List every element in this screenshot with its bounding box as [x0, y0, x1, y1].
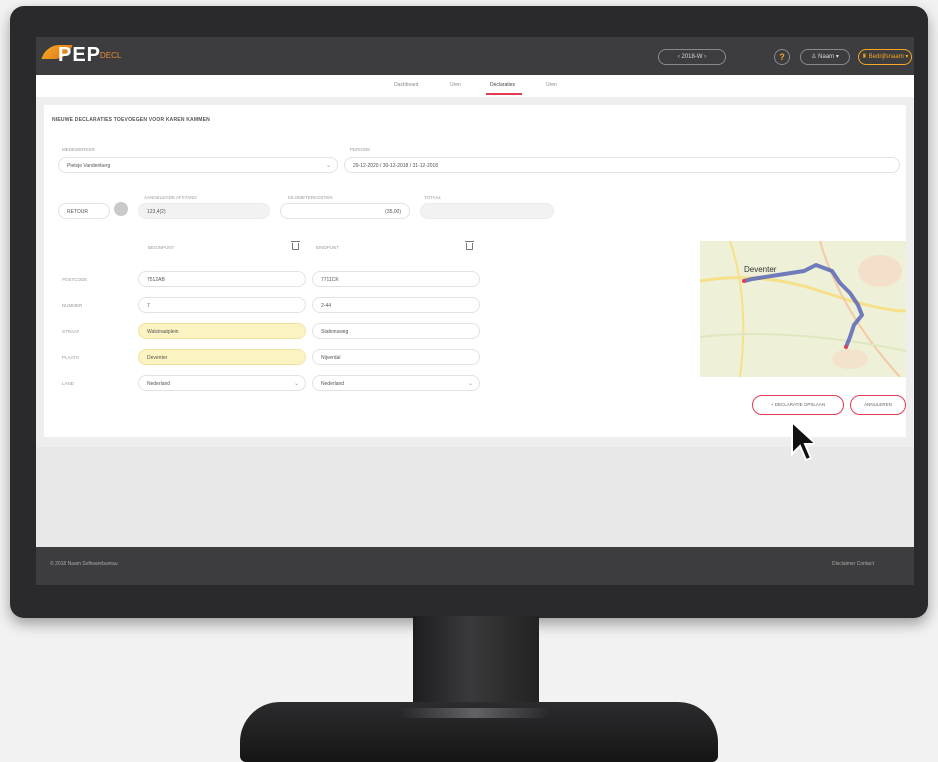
logo[interactable]: PEP: [58, 44, 101, 67]
trash-icon[interactable]: [465, 241, 474, 250]
afstand-field: 123,4(2): [138, 203, 270, 219]
land-label: LAND: [62, 381, 75, 386]
totaal-label: TOTAAL: [424, 195, 442, 200]
beginpunt-nummer[interactable]: 7: [138, 297, 306, 313]
map-city-label: Deventer: [744, 265, 777, 274]
beginpunt-plaats[interactable]: Deventer: [138, 349, 306, 365]
save-declaration-button[interactable]: + DECLARATIE OPSLAAN: [752, 395, 844, 415]
medewerker-label: MEDEWERKER: [62, 147, 95, 152]
eindpunt-plaats[interactable]: Nijverdal: [312, 349, 480, 365]
eindpunt-land-value: Nederland: [321, 381, 345, 387]
medewerker-select[interactable]: Pietsje Vandenberg ⌄: [58, 157, 338, 173]
monitor-base-highlight: [400, 708, 550, 718]
tab-bar: Dashboard Uren Declaraties Uren: [36, 75, 914, 98]
kosten-field: (35,00): [280, 203, 410, 219]
eindpunt-label: EINDPUNT: [316, 245, 340, 250]
tab-declaraties[interactable]: Declaraties: [490, 82, 515, 88]
app-header: PEP DECL ‹ 2018-W › ? ♙ Naam ▾ ♜ Bedrijf…: [36, 37, 914, 75]
empty-content-area: [36, 447, 914, 547]
totaal-field: [420, 203, 554, 219]
retour-toggle-icon[interactable]: [114, 202, 128, 216]
chevron-down-icon: ⌄: [467, 381, 473, 387]
eindpunt-postcode[interactable]: 7711CK: [312, 271, 480, 287]
nummer-label: NUMMER: [62, 303, 83, 308]
active-tab-indicator: [486, 93, 522, 95]
straat-label: STRAAT: [62, 329, 80, 334]
main-content: NIEUWE DECLARATIES TOEVOEGEN VOOR KAREN …: [36, 97, 914, 447]
eindpunt-nummer[interactable]: 2-44: [312, 297, 480, 313]
tab-uren[interactable]: Uren: [450, 82, 461, 88]
periode-label: PERIODE: [350, 147, 371, 152]
app-footer: © 2018 Naam Softwarebureau Disclaimer Co…: [36, 547, 914, 585]
eindpunt-land-select[interactable]: Nederland ⌄: [312, 375, 480, 391]
plaats-label: PLAATS: [62, 355, 79, 360]
postcode-label: POSTCODE: [62, 277, 88, 282]
form-title: NIEUWE DECLARATIES TOEVOEGEN VOOR KAREN …: [52, 117, 210, 123]
organisation-menu[interactable]: ♜ Bedrijfsnaam ▾: [858, 49, 912, 65]
route-map-graphic: [700, 241, 906, 377]
mouse-cursor-icon: [791, 420, 814, 462]
cancel-button[interactable]: ANNULEREN: [850, 395, 906, 415]
beginpunt-land-value: Nederland: [147, 381, 171, 387]
logo-suffix: DECL: [100, 51, 122, 60]
monitor-screen: PEP DECL ‹ 2018-W › ? ♙ Naam ▾ ♜ Bedrijf…: [36, 37, 914, 585]
medewerker-value: Pietsje Vandenberg: [67, 163, 111, 169]
beginpunt-label: BEGINPUNT: [148, 245, 175, 250]
beginpunt-straat[interactable]: Walstraatplein: [138, 323, 306, 339]
user-menu[interactable]: ♙ Naam ▾: [800, 49, 850, 65]
tab-uren-2[interactable]: Uren: [546, 82, 557, 88]
periode-field[interactable]: 29-12-2020 / 30-12-2018 / 31-12-2018: [344, 157, 900, 173]
kosten-label: KILOMETERKOSTEN: [288, 195, 333, 200]
tab-dashboard[interactable]: Dashboard: [394, 82, 418, 88]
footer-copyright: © 2018 Naam Softwarebureau: [50, 561, 118, 567]
eindpunt-straat[interactable]: Stationsweg: [312, 323, 480, 339]
declaration-form-card: NIEUWE DECLARATIES TOEVOEGEN VOOR KAREN …: [44, 105, 906, 437]
route-map[interactable]: Deventer: [700, 241, 906, 377]
retour-toggle-field[interactable]: RETOUR: [58, 203, 110, 219]
chevron-down-icon: ⌄: [293, 381, 299, 387]
week-selector[interactable]: ‹ 2018-W ›: [658, 49, 726, 65]
trash-icon[interactable]: [291, 241, 300, 250]
beginpunt-postcode[interactable]: 7512AB: [138, 271, 306, 287]
afstand-label: AANGELEGDE AFSTAND: [144, 195, 197, 200]
help-button[interactable]: ?: [774, 49, 790, 65]
beginpunt-land-select[interactable]: Nederland ⌄: [138, 375, 306, 391]
footer-links[interactable]: Disclaimer Contact: [832, 561, 874, 567]
chevron-down-icon: ⌄: [325, 163, 331, 169]
